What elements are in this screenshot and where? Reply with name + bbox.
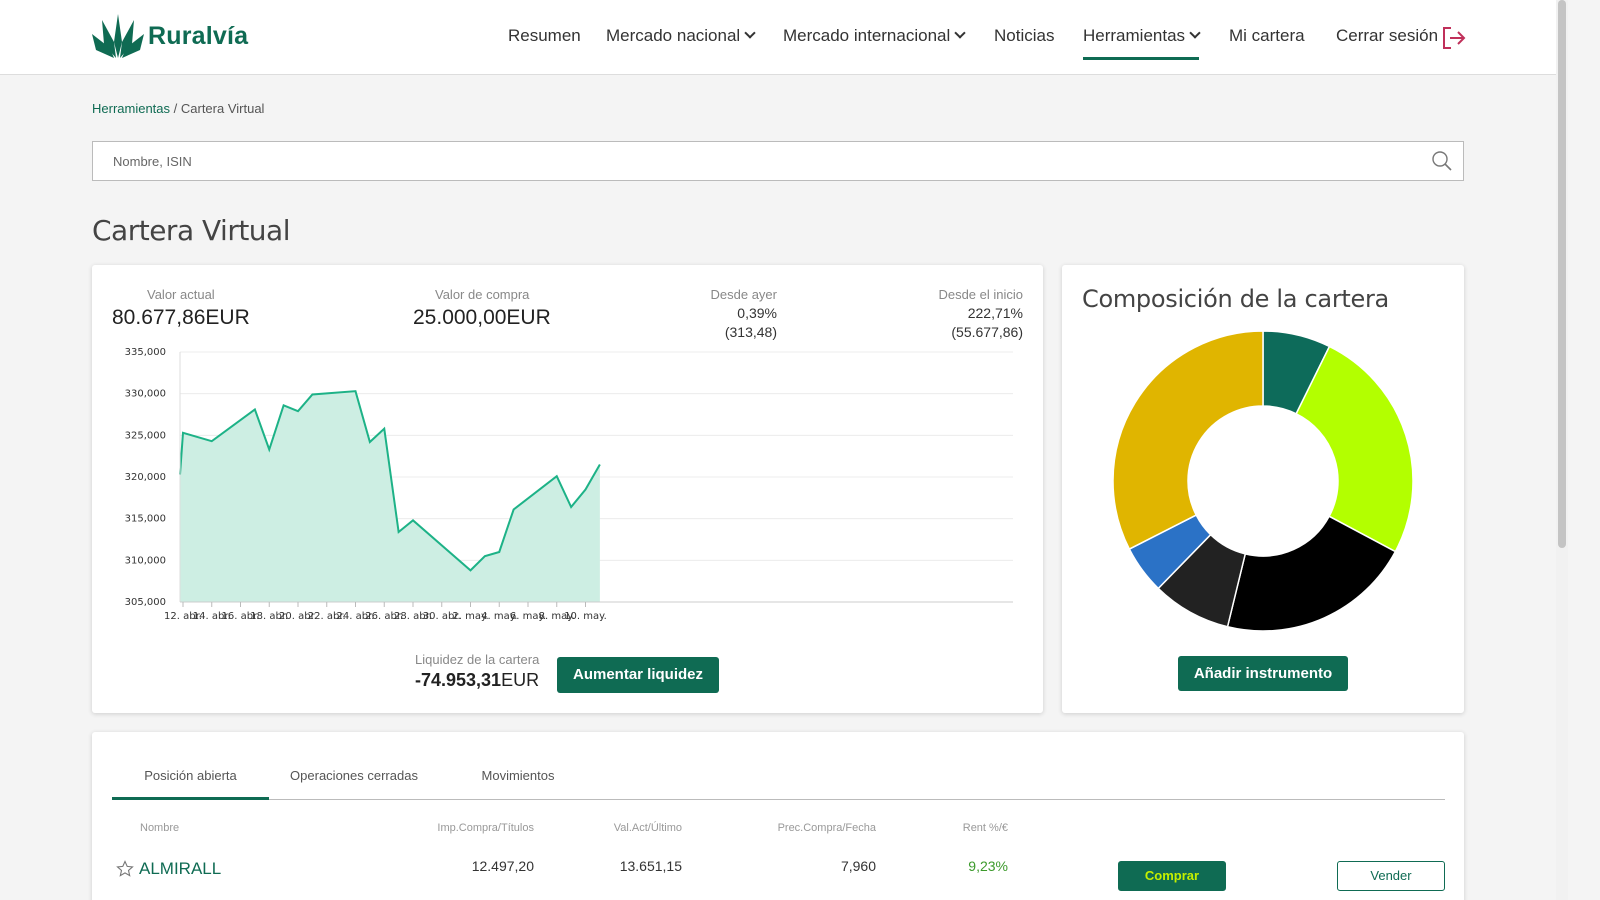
- donut-slice: [1295, 345, 1414, 553]
- composition-donut-chart: [1112, 330, 1414, 632]
- donut-slice: [1112, 330, 1264, 551]
- vender-button[interactable]: Vender: [1337, 861, 1445, 891]
- y-tick-label: 315,000: [125, 514, 166, 525]
- search-box: [92, 141, 1464, 181]
- liquidez-label: Liquidez de la cartera: [415, 652, 540, 667]
- y-tick-label: 330,000: [125, 389, 166, 400]
- column-header-val-act: Val.Act/Último: [613, 822, 682, 834]
- brand-logo[interactable]: Ruralvía: [92, 12, 248, 60]
- column-header-imp-compra: Imp.Compra/Títulos: [437, 822, 534, 834]
- nav-item-label: Resumen: [508, 26, 581, 45]
- position-name-link[interactable]: ALMIRALL: [139, 859, 221, 879]
- nav-item-label: Mi cartera: [1229, 26, 1305, 45]
- page-scrollbar[interactable]: [1556, 0, 1568, 900]
- nav-item-resumen[interactable]: Resumen: [508, 26, 581, 60]
- portfolio-summary-card: Valor actual 80.677,86EUR Valor de compr…: [92, 265, 1043, 713]
- composition-card: Composición de la cartera Añadir instrum…: [1062, 265, 1464, 713]
- nav-item-cerrar-sesion[interactable]: Cerrar sesión: [1336, 26, 1438, 60]
- scrollbar-thumb[interactable]: [1558, 0, 1566, 548]
- search-input[interactable]: [93, 142, 1463, 180]
- page-title: Cartera Virtual: [92, 214, 291, 247]
- positions-tabs: Posición abierta Operaciones cerradas Mo…: [112, 762, 1445, 800]
- ruralvia-logo-icon: [92, 14, 144, 58]
- nav-item-label: Cerrar sesión: [1336, 26, 1439, 45]
- y-tick-label: 320,000: [125, 472, 166, 483]
- positions-card: Posición abierta Operaciones cerradas Mo…: [92, 732, 1464, 900]
- logout-icon[interactable]: [1442, 26, 1466, 50]
- tab-movimientos[interactable]: Movimientos: [462, 768, 574, 800]
- chevron-down-icon: [744, 27, 756, 39]
- nav-item-noticias[interactable]: Noticias: [994, 26, 1054, 60]
- nav-item-label: Herramientas: [1083, 26, 1186, 45]
- cell-imp-compra: 12.497,20: [471, 858, 534, 874]
- breadcrumb: Herramientas / Cartera Virtual: [92, 101, 264, 116]
- portfolio-value-chart: 335,000 330,000 325,000 320,000 315,000 310,0…: [125, 347, 1013, 622]
- chart-area-fill: [180, 391, 600, 602]
- column-header-nombre: Nombre: [140, 822, 180, 834]
- top-header: Ruralvía Resumen Mercado nacional Mercad…: [0, 0, 1556, 75]
- liquidez-value: -74.953,31EUR: [415, 670, 539, 691]
- aumentar-liquidez-button[interactable]: Aumentar liquidez: [557, 657, 719, 693]
- y-tick-label: 310,000: [125, 555, 166, 566]
- column-header-prec-compra: Prec.Compra/Fecha: [777, 822, 876, 834]
- nav-item-label: Noticias: [994, 26, 1055, 45]
- breadcrumb-current: Cartera Virtual: [180, 101, 265, 116]
- cell-rent: 9,23%: [968, 858, 1008, 874]
- breadcrumb-link-herramientas[interactable]: Herramientas: [92, 101, 170, 116]
- tab-posicion-abierta[interactable]: Posición abierta: [112, 768, 269, 800]
- chevron-down-icon: [954, 27, 966, 39]
- nav-item-mercado-nacional[interactable]: Mercado nacional: [606, 26, 756, 60]
- anadir-instrumento-button[interactable]: Añadir instrumento: [1178, 656, 1348, 691]
- brand-name: Ruralvía: [148, 21, 249, 50]
- chevron-down-icon: [1189, 27, 1201, 39]
- breadcrumb-separator: /: [170, 101, 181, 116]
- nav-item-label: Mercado nacional: [606, 26, 741, 45]
- nav-item-mi-cartera[interactable]: Mi cartera: [1229, 26, 1305, 60]
- column-header-rent: Rent %/€: [962, 822, 1008, 834]
- star-icon[interactable]: [116, 860, 134, 878]
- nav-item-mercado-internacional[interactable]: Mercado internacional: [783, 26, 966, 60]
- y-tick-label: 305,000: [125, 597, 166, 608]
- comprar-button[interactable]: Comprar: [1118, 861, 1226, 891]
- nav-item-herramientas[interactable]: Herramientas: [1083, 26, 1201, 60]
- liquidez-amount: -74.953,31: [415, 670, 502, 690]
- cell-val-act: 13.651,15: [619, 858, 682, 874]
- nav-item-label: Mercado internacional: [783, 26, 951, 45]
- y-tick-label: 335,000: [125, 347, 166, 358]
- cell-prec-compra: 7,960: [840, 858, 876, 874]
- x-tick-label: 10. may.: [564, 611, 607, 622]
- tab-operaciones-cerradas[interactable]: Operaciones cerradas: [282, 768, 426, 800]
- y-tick-label: 325,000: [125, 430, 166, 441]
- liquidez-unit: EUR: [501, 670, 540, 690]
- search-icon[interactable]: [1431, 150, 1453, 172]
